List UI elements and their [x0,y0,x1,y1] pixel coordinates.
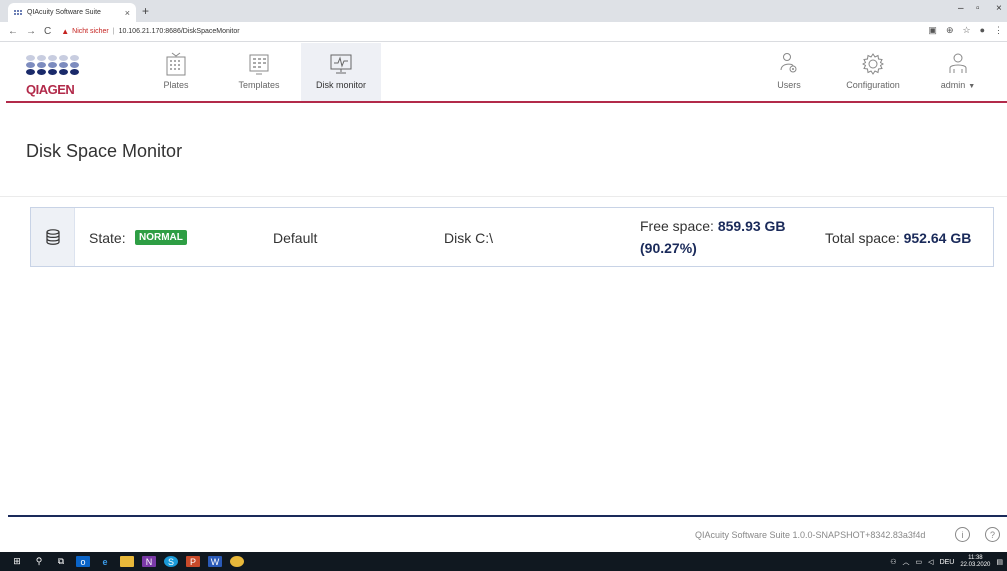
tab-close-icon[interactable]: × [125,8,130,18]
word-icon[interactable]: W [208,556,222,567]
free-space-label: Free space: [640,218,714,234]
profile-icon[interactable]: ● [980,25,985,36]
free-space-percent: (90.27%) [640,240,697,256]
taskbar: ⊞ ⚲ ⧉ o e N S P W ⚇ ︿ ▭ ◁ DEU 11:38 22.03… [0,552,1007,571]
footer-rule [8,515,1007,517]
page-title: Disk Space Monitor [26,141,183,161]
database-icon [31,208,75,266]
windows-start-icon[interactable]: ⊞ [10,556,24,567]
file-explorer-icon[interactable] [120,556,134,567]
help-icon[interactable]: ? [985,527,1000,542]
zoom-icon[interactable]: ⊕ [946,25,954,36]
free-space-value: 859.93 GB [717,218,786,234]
admin-label: admin [940,80,966,90]
nav-admin-menu[interactable]: admin ▼ [918,43,998,101]
skype-icon[interactable]: S [164,556,178,567]
volume-icon[interactable]: ◁ [928,558,933,566]
address-bar: ← → C ▲ Nicht sicher | 10.106.21.170:868… [0,22,1007,42]
bookmark-star-icon[interactable]: ☆ [962,25,970,36]
disk-monitor-icon [329,52,353,76]
template-icon [248,52,270,76]
new-tab-button[interactable]: + [142,4,149,18]
clock-time: 11:38 [968,555,983,561]
app-favicon-icon [14,9,22,16]
header-rule [8,101,1007,103]
status-badge: NORMAL [135,230,187,245]
maximize-button[interactable]: ▫ [976,3,980,14]
browser-tab[interactable]: QIAcuity Software Suite × [8,3,136,22]
chrome-icon[interactable] [230,556,244,567]
disk-card: State: NORMAL Default Disk C:\ Free spac… [30,207,994,267]
disk-drive: Disk C:\ [444,230,493,246]
clock[interactable]: 11:38 22.03.2020 [960,555,990,569]
nav-configuration[interactable]: Configuration [833,43,913,101]
menu-icon[interactable]: ⋮ [994,25,1003,36]
disk-name: Default [273,230,318,246]
url-separator: | [112,28,115,35]
browser-tab-strip: QIAcuity Software Suite × + – ▫ × [0,0,1007,22]
powerpoint-icon[interactable]: P [186,556,200,567]
warning-icon: ▲ [61,27,70,36]
forward-button[interactable]: → [26,26,36,37]
outlook-icon[interactable]: o [76,556,90,567]
nav-label: Configuration [846,80,900,90]
gear-icon [861,52,885,76]
title-divider [0,196,1007,197]
info-icon[interactable]: i [955,527,970,542]
search-icon[interactable]: ⚲ [32,556,46,567]
nav-label: admin ▼ [941,80,975,90]
nav-label: Disk monitor [315,80,366,90]
people-icon[interactable]: ⚇ [890,558,896,566]
qiagen-logo[interactable]: QIAGEN [26,55,86,105]
version-text: QIAcuity Software Suite 1.0.0-SNAPSHOT+8… [695,530,926,540]
total-space-value: 952.64 GB [903,230,972,246]
onenote-icon[interactable]: N [142,556,156,567]
url-text: 10.106.21.170:8686/DiskSpaceMonitor [118,28,240,35]
translate-icon[interactable]: ▣ [928,25,937,36]
tab-title: QIAcuity Software Suite [27,9,101,16]
total-space: Total space: 952.64 GB [825,230,971,246]
minimize-button[interactable]: – [958,3,964,14]
caret-down-icon: ▼ [968,83,976,90]
nav-label: Templates [238,80,280,90]
reload-button[interactable]: C [44,26,51,37]
browser-actions: ▣ ⊕ ☆ ● ⋮ [928,25,1003,36]
nav-templates[interactable]: Templates [219,43,299,101]
nav-label: Users [777,80,801,90]
logo-text: QIAGEN [26,82,77,97]
security-warning: Nicht sicher [72,28,109,35]
edge-icon[interactable]: e [98,556,112,567]
total-space-label: Total space: [825,230,900,246]
battery-icon[interactable]: ▭ [916,558,923,566]
nav-users[interactable]: Users [749,43,829,101]
state-label: State: [89,230,126,246]
nav-plates[interactable]: Plates [136,43,216,101]
free-space: Free space: 859.93 GB [640,218,786,234]
user-icon [947,52,969,76]
notifications-icon[interactable]: ▤ [996,558,1003,566]
users-icon [778,52,800,76]
plate-icon [165,52,187,76]
task-view-icon[interactable]: ⧉ [54,556,68,567]
nav-disk-monitor[interactable]: Disk monitor [301,43,381,101]
back-button[interactable]: ← [8,26,18,37]
close-window-button[interactable]: × [996,3,1002,14]
clock-date: 22.03.2020 [960,562,991,568]
logo-dots [26,55,86,75]
url-field[interactable]: ▲ Nicht sicher | 10.106.21.170:8686/Disk… [61,27,239,36]
system-tray: ⚇ ︿ ▭ ◁ DEU 11:38 22.03.2020 ▤ [890,555,1003,569]
language-indicator[interactable]: DEU [940,559,955,566]
nav-label: Plates [163,80,189,90]
tray-chevron-icon[interactable]: ︿ [903,557,910,567]
